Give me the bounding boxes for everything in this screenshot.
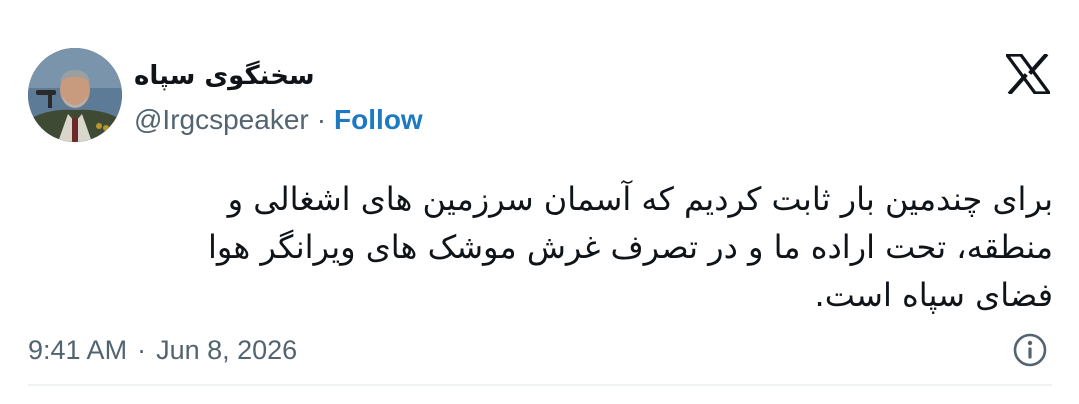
tweet-card: سخنگوی سپاه @Irgcspeaker · Follow برای چ… <box>0 0 1079 404</box>
divider <box>28 384 1052 386</box>
tweet-text: برای چندمین بار ثابت کردیم که آسمان سرزم… <box>207 180 1053 314</box>
handle-row: @Irgcspeaker · Follow <box>134 102 423 138</box>
follow-button[interactable]: Follow <box>334 104 423 136</box>
profile-photo <box>28 48 122 142</box>
user-handle[interactable]: @Irgcspeaker <box>134 104 309 136</box>
x-logo-icon[interactable] <box>1006 54 1050 94</box>
handle-separator: · <box>316 104 327 135</box>
info-icon[interactable] <box>1012 332 1048 368</box>
tweet-date[interactable]: Jun 8, 2026 <box>156 335 297 366</box>
tweet-meta: 9:41 AM · Jun 8, 2026 <box>28 330 297 370</box>
avatar[interactable] <box>28 48 122 142</box>
meta-separator: · <box>137 334 147 365</box>
display-name[interactable]: سخنگوی سپاه <box>134 58 334 94</box>
tweet-time[interactable]: 9:41 AM <box>28 335 127 366</box>
